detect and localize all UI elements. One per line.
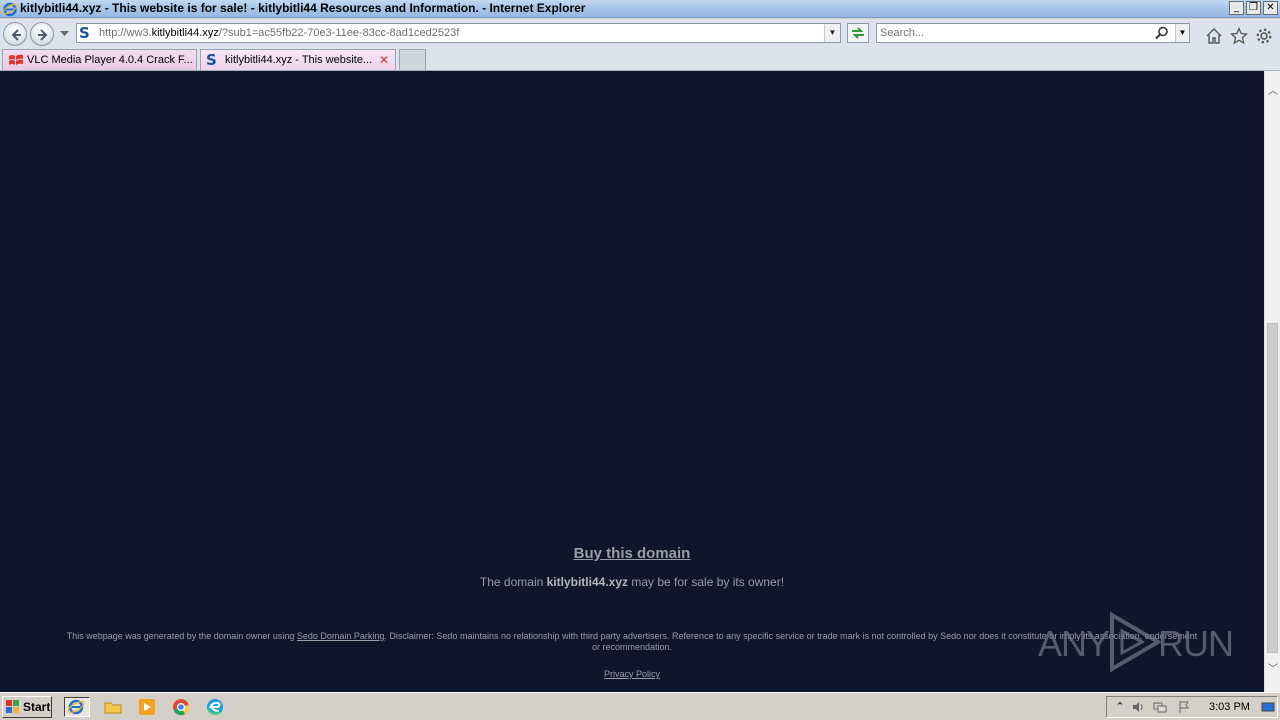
windows-flag-icon bbox=[9, 54, 23, 65]
system-tray: ⌃ 3:03 PM bbox=[1106, 696, 1278, 718]
sedo-parking-link[interactable]: Sedo Domain Parking bbox=[297, 631, 385, 641]
recent-pages-chevron-icon[interactable] bbox=[60, 31, 69, 37]
anyrun-watermark: ANY RUN bbox=[1038, 611, 1234, 673]
restore-button[interactable]: ❐ bbox=[1246, 1, 1261, 15]
navigation-bar: S http://ww3.kitlybitli44.xyz/?sub1=ac55… bbox=[0, 19, 1280, 47]
taskbar: Start ⌃ 3:03 PM bbox=[0, 692, 1280, 720]
page-content: Buy this domain The domain kitlybitli44.… bbox=[0, 71, 1264, 692]
internet-explorer-icon bbox=[2, 2, 18, 17]
close-tab-icon[interactable]: ✕ bbox=[379, 50, 389, 70]
scroll-thumb[interactable] bbox=[1267, 323, 1278, 653]
scroll-up-icon[interactable]: ︿ bbox=[1265, 83, 1280, 100]
forward-button[interactable] bbox=[30, 22, 54, 46]
address-dropdown-icon[interactable]: ▼ bbox=[824, 24, 840, 42]
play-triangle-icon bbox=[1110, 611, 1162, 673]
media-player-icon bbox=[139, 699, 155, 715]
start-button[interactable]: Start bbox=[2, 696, 52, 718]
edge-icon bbox=[207, 699, 223, 715]
home-icon[interactable] bbox=[1205, 27, 1223, 45]
tabs-bar: VLC Media Player 4.0.4 Crack F... S kitl… bbox=[0, 47, 1280, 71]
back-arrow-icon bbox=[11, 29, 21, 41]
windows-logo-icon bbox=[6, 700, 19, 713]
taskbar-internet-explorer[interactable] bbox=[64, 697, 90, 717]
domain-name: kitlybitli44.xyz bbox=[546, 575, 628, 589]
domain-sale-text: The domain kitlybitli44.xyz may be for s… bbox=[479, 575, 785, 589]
internet-explorer-icon bbox=[67, 699, 85, 715]
tab-kitlybitli44[interactable]: S kitlybitli44.xyz - This website... ✕ bbox=[200, 49, 396, 70]
refresh-arrows-icon bbox=[852, 27, 864, 39]
sedo-s-icon: S bbox=[206, 51, 217, 69]
tab-label: VLC Media Player 4.0.4 Crack F... bbox=[27, 54, 193, 66]
gear-icon[interactable] bbox=[1255, 27, 1273, 45]
clock[interactable]: 3:03 PM bbox=[1209, 701, 1250, 713]
address-url[interactable]: http://ww3.kitlybitli44.xyz/?sub1=ac55fb… bbox=[99, 27, 459, 39]
tab-vlc-media-player[interactable]: VLC Media Player 4.0.4 Crack F... bbox=[2, 49, 197, 70]
search-dropdown-icon[interactable]: ▼ bbox=[1175, 24, 1189, 42]
favorites-star-icon[interactable] bbox=[1230, 27, 1248, 45]
compatibility-view-button[interactable] bbox=[847, 23, 869, 43]
back-button[interactable] bbox=[3, 22, 27, 46]
taskbar-edge[interactable] bbox=[204, 697, 226, 717]
search-input[interactable] bbox=[880, 26, 1150, 40]
buy-domain-link[interactable]: Buy this domain bbox=[0, 545, 1264, 562]
watermark-text-left: ANY bbox=[1038, 623, 1110, 664]
chrome-icon bbox=[173, 699, 190, 716]
scroll-down-icon[interactable]: ﹀ bbox=[1265, 661, 1280, 678]
minimize-button[interactable]: _ bbox=[1229, 1, 1244, 15]
show-hidden-icons-icon[interactable]: ⌃ bbox=[1113, 700, 1127, 714]
start-label: Start bbox=[23, 700, 51, 714]
search-icon[interactable] bbox=[1155, 26, 1169, 40]
taskbar-chrome[interactable] bbox=[170, 697, 192, 717]
title-bar: kitlybitli44.xyz - This website is for s… bbox=[0, 0, 1280, 18]
tab-label: kitlybitli44.xyz - This website... bbox=[225, 54, 373, 66]
address-bar[interactable]: S http://ww3.kitlybitli44.xyz/?sub1=ac55… bbox=[76, 23, 841, 43]
speaker-icon[interactable] bbox=[1131, 700, 1145, 714]
network-icon[interactable] bbox=[1153, 700, 1167, 714]
watermark-text-right: RUN bbox=[1158, 623, 1234, 664]
action-center-flag-icon[interactable] bbox=[1177, 700, 1191, 714]
folder-icon bbox=[104, 702, 122, 714]
taskbar-media-player[interactable] bbox=[136, 697, 158, 717]
sedo-s-icon: S bbox=[79, 24, 90, 42]
disclaimer-text: This webpage was generated by the domain… bbox=[66, 631, 1198, 652]
vertical-scrollbar[interactable]: ︿ ﹀ bbox=[1264, 71, 1280, 692]
show-desktop-icon[interactable] bbox=[1261, 700, 1275, 714]
new-tab-button[interactable] bbox=[399, 49, 426, 70]
search-box[interactable]: ▼ bbox=[876, 23, 1190, 43]
forward-arrow-icon bbox=[38, 29, 48, 41]
taskbar-explorer[interactable] bbox=[102, 697, 124, 717]
window-title: kitlybitli44.xyz - This website is for s… bbox=[20, 1, 586, 15]
close-button[interactable]: ✕ bbox=[1263, 1, 1278, 15]
